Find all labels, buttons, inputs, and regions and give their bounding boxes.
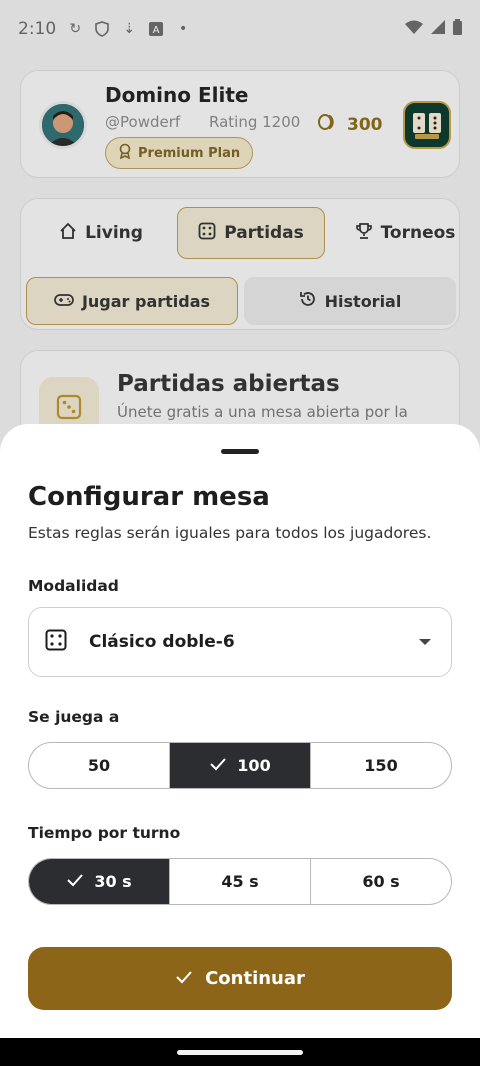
points-option-50[interactable]: 50 [29,743,170,788]
turn-time-option-60[interactable]: 60 s [311,859,451,904]
modalidad-label: Modalidad [28,577,119,595]
sheet-subtitle: Estas reglas serán iguales para todos lo… [28,524,432,542]
system-navigation-bar [0,1038,480,1066]
points-option-150[interactable]: 150 [311,743,451,788]
check-icon [66,872,84,891]
check-icon [209,756,227,775]
option-label: 150 [364,756,398,775]
points-label: Se juega a [28,708,120,726]
turn-time-option-45[interactable]: 45 s [170,859,311,904]
points-segmented-control: 50 100 150 [28,742,452,789]
modalidad-dropdown[interactable]: Clásico doble-6 [28,607,452,677]
continue-button[interactable]: Continuar [28,947,452,1010]
home-gesture-handle[interactable] [177,1050,303,1055]
option-label: 60 s [362,872,400,891]
points-option-100[interactable]: 100 [170,743,311,788]
sheet-title: Configurar mesa [28,482,270,512]
modalidad-value: Clásico doble-6 [89,632,235,652]
turn-time-option-30[interactable]: 30 s [29,859,170,904]
option-label: 100 [237,756,271,775]
configure-table-sheet: Configurar mesa Estas reglas serán igual… [0,424,480,1038]
dice-icon [45,629,67,655]
option-label: 45 s [221,872,259,891]
turn-time-segmented-control: 30 s 45 s 60 s [28,858,452,905]
sheet-drag-handle[interactable] [221,449,259,454]
check-icon [175,968,193,989]
turn-time-label: Tiempo por turno [28,824,181,842]
continue-label: Continuar [205,968,305,989]
option-label: 50 [87,756,111,775]
chevron-down-icon [419,639,431,645]
option-label: 30 s [94,872,132,891]
